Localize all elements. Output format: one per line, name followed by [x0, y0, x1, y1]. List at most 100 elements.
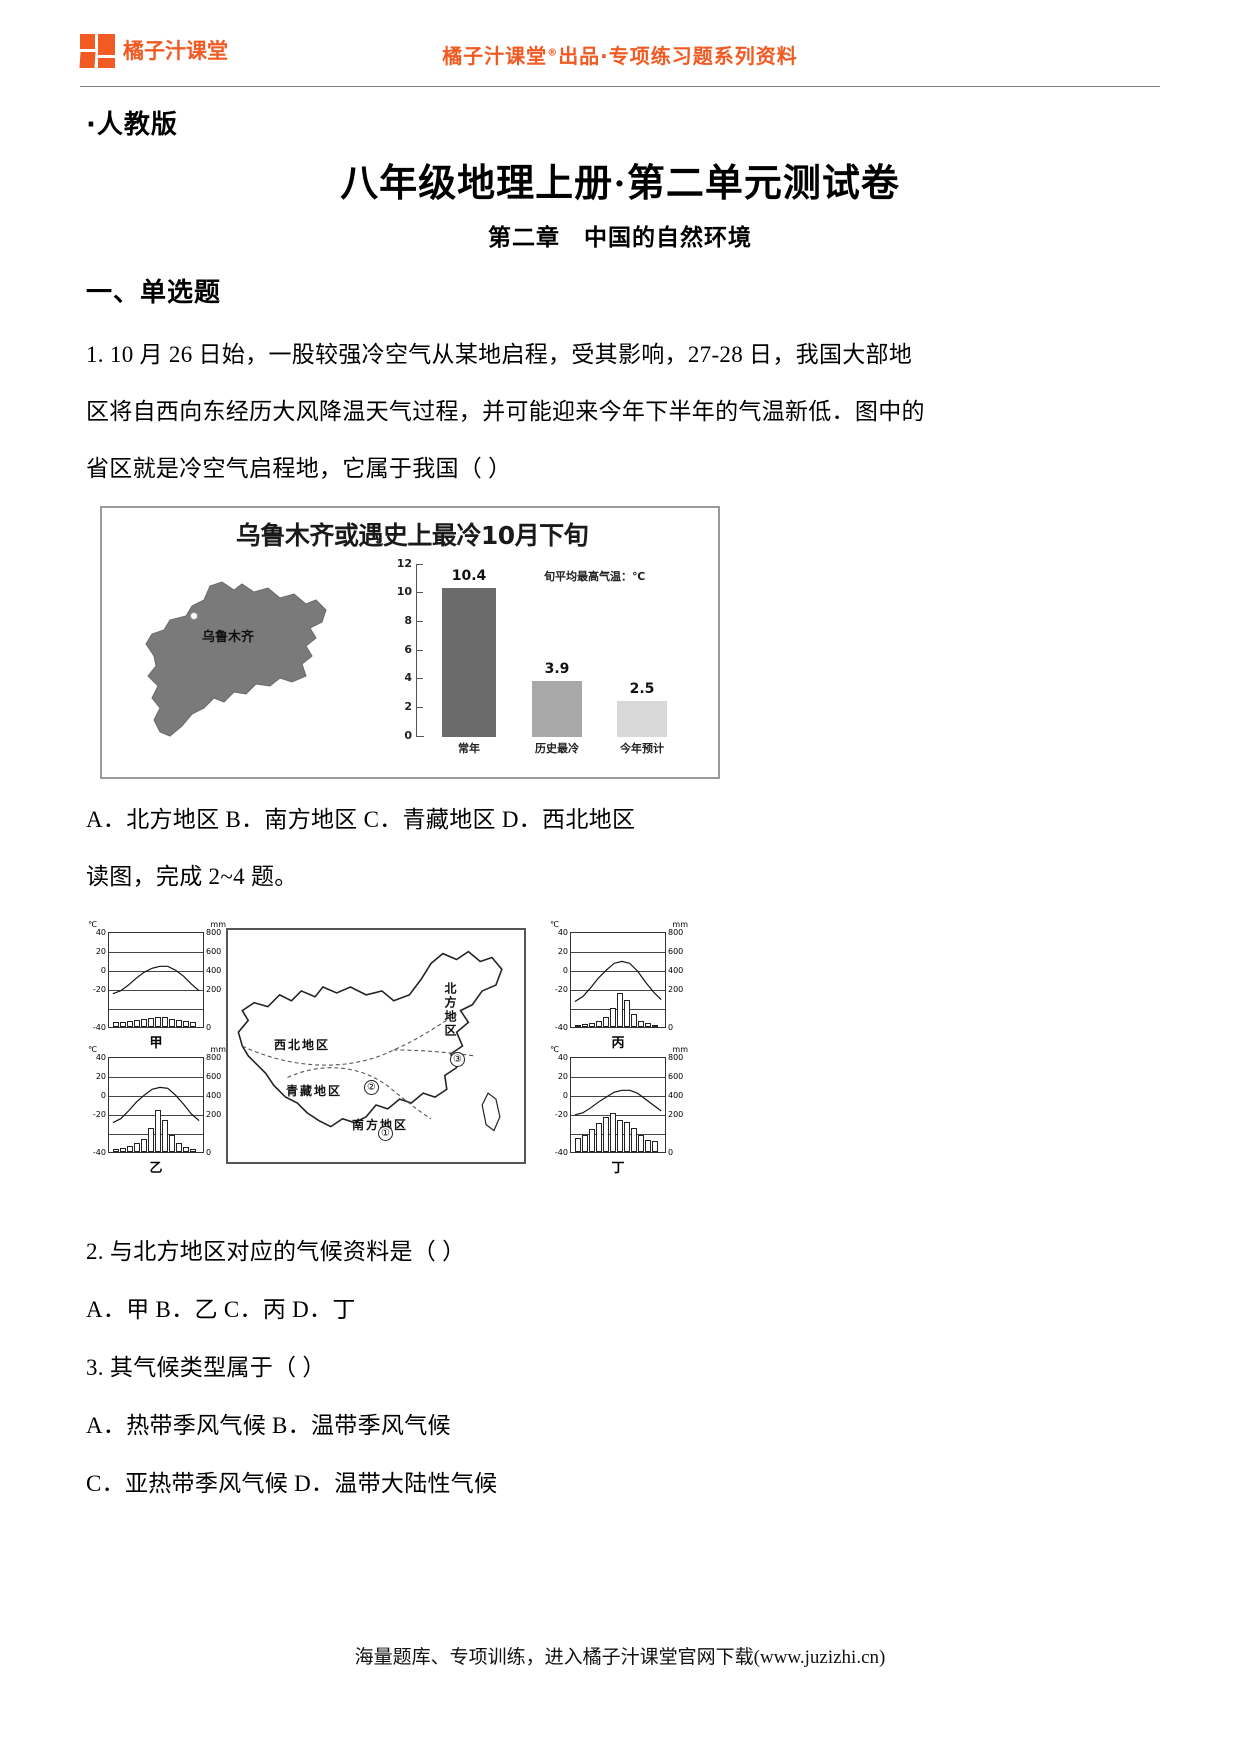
- precip-tick-400-jia: 400: [206, 966, 222, 975]
- china-regions-map: 西北地区 北方地区 青藏地区 南方地区 ② ③ ①: [226, 928, 526, 1164]
- y-tick-8: 8: [404, 614, 412, 627]
- precip-tick-800-ding: 800: [668, 1053, 684, 1062]
- urumqi-location-dot: [190, 612, 198, 620]
- figure-urumqi-chart: 乌鲁木齐或遇史上最冷10月下旬 乌鲁木齐 12 10 8 6 4 2 0 旬平均…: [100, 506, 720, 779]
- bar-chart: 12 10 8 6 4 2 0 旬平均最高气温：℃ 10.4 常年 3.9 历史…: [374, 557, 704, 765]
- precip-tick-0-jia: 0: [206, 1023, 212, 1032]
- temp-tick-n40-jia: -40: [92, 1023, 106, 1032]
- page-subtitle: 第二章 中国的自然环境: [488, 225, 752, 251]
- y-tick-2: 2: [404, 700, 412, 713]
- temp-tick-40-bing: 40: [557, 928, 568, 937]
- header-banner: 橘子汁课堂®出品·专项练习题系列资料: [80, 40, 1160, 69]
- header-banner-rest: 出品·专项练习题系列资料: [558, 44, 798, 68]
- bar-changnian: 10.4 常年: [442, 568, 496, 755]
- page-header: 橘子汁课堂 橘子汁课堂®出品·专项练习题系列资料: [79, 28, 1160, 84]
- precip-tick-0-yi: 0: [206, 1148, 212, 1157]
- temp-tick-0-ding: 0: [562, 1091, 568, 1100]
- precip-tick-600-jia: 600: [206, 947, 222, 956]
- y-tick-10: 10: [396, 585, 412, 598]
- precip-tick-200-ding: 200: [668, 1110, 684, 1119]
- registered-mark: ®: [547, 47, 559, 59]
- bar-category-2: 今年预计: [620, 742, 664, 755]
- temp-tick-20-yi: 20: [95, 1072, 106, 1081]
- reading-prompt: 读图，完成 2~4 题。: [86, 864, 298, 889]
- temp-tick-40-yi: 40: [95, 1053, 106, 1062]
- temp-tick-n40-yi: -40: [92, 1148, 106, 1157]
- bar-value-0: 10.4: [451, 568, 487, 584]
- climate-diagram-label-yi: 乙: [149, 1161, 163, 1176]
- urumqi-map-label: 乌鲁木齐: [202, 630, 255, 645]
- plot-box-yi: [108, 1057, 204, 1153]
- page-footer: 海量题库、专项训练，进入橘子汁课堂官网下载(www.juzizhi.cn): [354, 1647, 886, 1668]
- plot-box-jia: [108, 932, 204, 1028]
- climate-diagram-jia: ℃ mm 40 20 0 -20 -40 800 600 400 200 0 甲: [86, 920, 228, 1051]
- q3-options-row-1: A．热带季风气候 B．温带季风气候: [86, 1413, 451, 1438]
- bar-category-1: 历史最冷: [535, 742, 579, 755]
- q1-line-2: 区将自西向东经历大风降温天气过程，并可能迎来今年下半年的气温新低．图中的: [86, 399, 925, 424]
- page-title: 八年级地理上册·第二单元测试卷: [340, 163, 900, 205]
- q3-options-row-2: C．亚热带季风气候 D．温带大陆性气候: [86, 1471, 498, 1496]
- y-tick-12: 12: [396, 557, 412, 570]
- precip-tick-0-bing: 0: [668, 1023, 674, 1032]
- chart-legend: 旬平均最高气温：℃: [544, 570, 646, 583]
- precip-tick-600-ding: 600: [668, 1072, 684, 1081]
- temp-tick-n40-ding: -40: [554, 1148, 568, 1157]
- plot-box-ding: [570, 1057, 666, 1153]
- temp-tick-20-bing: 20: [557, 947, 568, 956]
- temp-tick-n20-jia: -20: [92, 985, 106, 994]
- plot-box-bing: [570, 932, 666, 1028]
- temp-tick-0-yi: 0: [100, 1091, 106, 1100]
- bar-category-0: 常年: [458, 742, 480, 755]
- precip-tick-200-yi: 200: [206, 1110, 222, 1119]
- bar-value-2: 2.5: [629, 681, 655, 697]
- precip-tick-400-bing: 400: [668, 966, 684, 975]
- map-label-xibei: 西北地区: [274, 1038, 331, 1052]
- map-marker-2: ②: [364, 1080, 379, 1095]
- document-page: 橘子汁课堂 橘子汁课堂®出品·专项练习题系列资料 ·人教版 八年级地理上册·第二…: [0, 0, 1240, 1754]
- precip-tick-600-yi: 600: [206, 1072, 222, 1081]
- figure-climate-diagrams: ℃ mm 40 20 0 -20 -40 800 600 400 200 0 甲…: [86, 920, 1156, 1182]
- climate-diagram-label-ding: 丁: [611, 1161, 625, 1176]
- temp-tick-n20-bing: -20: [554, 985, 568, 994]
- q2-options: A．甲 B．乙 C．丙 D．丁: [86, 1297, 356, 1322]
- y-tick-6: 6: [404, 643, 412, 656]
- section-heading-1: 一、单选题: [86, 278, 222, 308]
- q1-line-1: 1. 10 月 26 日始，一股较强冷空气从某地启程，受其影响，27-28 日，…: [86, 342, 913, 367]
- temp-tick-20-ding: 20: [557, 1072, 568, 1081]
- temp-curve-jia: [112, 965, 200, 995]
- header-divider: [80, 86, 1160, 87]
- xinjiang-province-outline-icon: [145, 581, 327, 737]
- temp-tick-0-bing: 0: [562, 966, 568, 975]
- header-banner-brand: 橘子汁课堂: [442, 44, 548, 68]
- edition-label: ·人教版: [86, 110, 178, 140]
- temp-tick-40-ding: 40: [557, 1053, 568, 1062]
- y-tick-4: 4: [404, 671, 412, 684]
- climate-diagram-yi: ℃ mm 40 20 0 -20 -40 800 600 400 200 0 乙: [86, 1045, 228, 1176]
- precip-tick-600-bing: 600: [668, 947, 684, 956]
- temp-tick-0-jia: 0: [100, 966, 106, 975]
- bar-jinnianyuji: 2.5 今年预计: [617, 681, 667, 755]
- precip-tick-200-jia: 200: [206, 985, 222, 994]
- precip-tick-0-ding: 0: [668, 1148, 674, 1157]
- chart-title: 乌鲁木齐或遇史上最冷10月下旬: [235, 521, 589, 550]
- precip-tick-800-bing: 800: [668, 928, 684, 937]
- temp-tick-n20-ding: -20: [554, 1110, 568, 1119]
- map-label-beifang: 北方地区: [443, 982, 457, 1038]
- q1-options: A．北方地区 B．南方地区 C．青藏地区 D．西北地区: [86, 807, 636, 832]
- precip-tick-400-yi: 400: [206, 1091, 222, 1100]
- map-marker-1: ①: [378, 1126, 393, 1141]
- temp-tick-20-jia: 20: [95, 947, 106, 956]
- temp-tick-40-jia: 40: [95, 928, 106, 937]
- bar-value-1: 3.9: [544, 661, 570, 677]
- y-tick-0: 0: [404, 729, 412, 742]
- temp-tick-n20-yi: -20: [92, 1110, 106, 1119]
- bar-lishizuileng: 3.9 历史最冷: [532, 661, 582, 755]
- climate-diagram-ding: ℃ mm 40 20 0 -20 -40 800 600 400 200 0 丁: [548, 1045, 690, 1176]
- map-label-qingzang: 青藏地区: [286, 1084, 343, 1098]
- temp-tick-n40-bing: -40: [554, 1023, 568, 1032]
- precip-tick-800-yi: 800: [206, 1053, 222, 1062]
- precip-tick-200-bing: 200: [668, 985, 684, 994]
- precip-tick-800-jia: 800: [206, 928, 222, 937]
- q1-line-3: 省区就是冷空气启程地，它属于我国（ ）: [86, 456, 512, 481]
- precip-tick-400-ding: 400: [668, 1091, 684, 1100]
